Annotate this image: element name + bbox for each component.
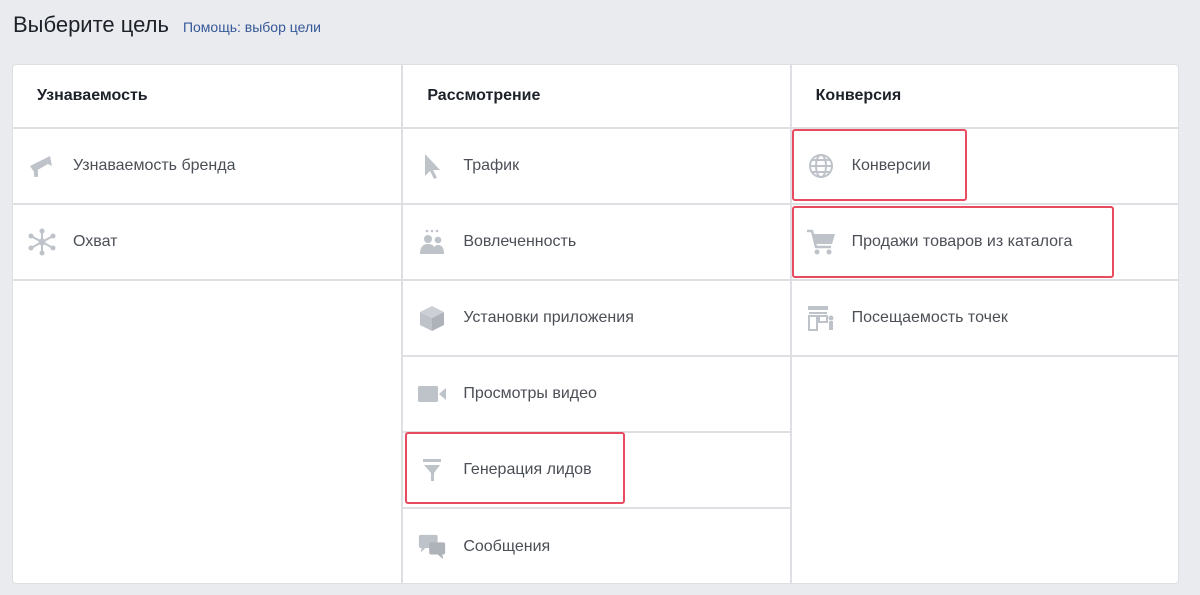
- cursor-icon: [417, 151, 447, 181]
- objective-label: Продажи товаров из каталога: [851, 233, 1073, 250]
- objective-lead-generation[interactable]: Генерация лидов: [403, 433, 790, 509]
- objective-label: Сообщения: [463, 538, 551, 555]
- reach-icon: [27, 227, 57, 257]
- help-link[interactable]: Помощь: выбор цели: [183, 19, 321, 35]
- page-header: Выберите цель Помощь: выбор цели: [13, 12, 321, 42]
- box-icon: [417, 303, 447, 333]
- megaphone-icon: [27, 151, 57, 181]
- objective-engagement[interactable]: Вовлеченность: [403, 205, 790, 281]
- objective-label: Охват: [73, 233, 118, 250]
- objective-label: Узнаваемость бренда: [73, 157, 236, 174]
- objective-label: Генерация лидов: [463, 461, 592, 478]
- column-conversion: Конверсия Конверсии Продажи товаров из к…: [789, 65, 1178, 583]
- shopping-cart-icon: [806, 227, 836, 257]
- column-header-conversion: Конверсия: [791, 65, 1178, 129]
- column-header-consideration: Рассмотрение: [403, 65, 790, 129]
- objective-messages[interactable]: Сообщения: [403, 509, 789, 583]
- objective-store-visits[interactable]: Посещаемость точек: [791, 281, 1178, 357]
- people-icon: [417, 227, 447, 257]
- objective-label: Трафик: [463, 157, 520, 174]
- column-awareness: Узнаваемость Узнаваемость бренда Охват: [13, 65, 402, 583]
- objective-catalog-sales[interactable]: Продажи товаров из каталога: [791, 205, 1178, 281]
- objective-brand-awareness[interactable]: Узнаваемость бренда: [13, 129, 402, 205]
- objective-video-views[interactable]: Просмотры видео: [403, 357, 790, 433]
- page-title: Выберите цель: [13, 12, 169, 37]
- objective-label: Посещаемость точек: [851, 309, 1008, 326]
- video-camera-icon: [417, 379, 447, 409]
- column-header-awareness: Узнаваемость: [13, 65, 402, 129]
- objectives-card: Узнаваемость Узнаваемость бренда Охват Р…: [12, 64, 1179, 584]
- objective-label: Вовлеченность: [463, 233, 577, 250]
- column-consideration: Рассмотрение Трафик Вовлеченность Устано…: [401, 65, 790, 583]
- objective-label: Установки приложения: [463, 309, 634, 326]
- objective-label: Конверсии: [851, 157, 931, 174]
- objective-traffic[interactable]: Трафик: [403, 129, 790, 205]
- objective-conversions[interactable]: Конверсии: [791, 129, 1178, 205]
- globe-icon: [806, 151, 836, 181]
- chat-bubbles-icon: [417, 532, 447, 562]
- objective-label: Просмотры видео: [463, 385, 597, 402]
- objective-app-installs[interactable]: Установки приложения: [403, 281, 790, 357]
- objective-reach[interactable]: Охват: [13, 205, 402, 281]
- store-icon: [806, 303, 836, 333]
- funnel-icon: [417, 455, 447, 485]
